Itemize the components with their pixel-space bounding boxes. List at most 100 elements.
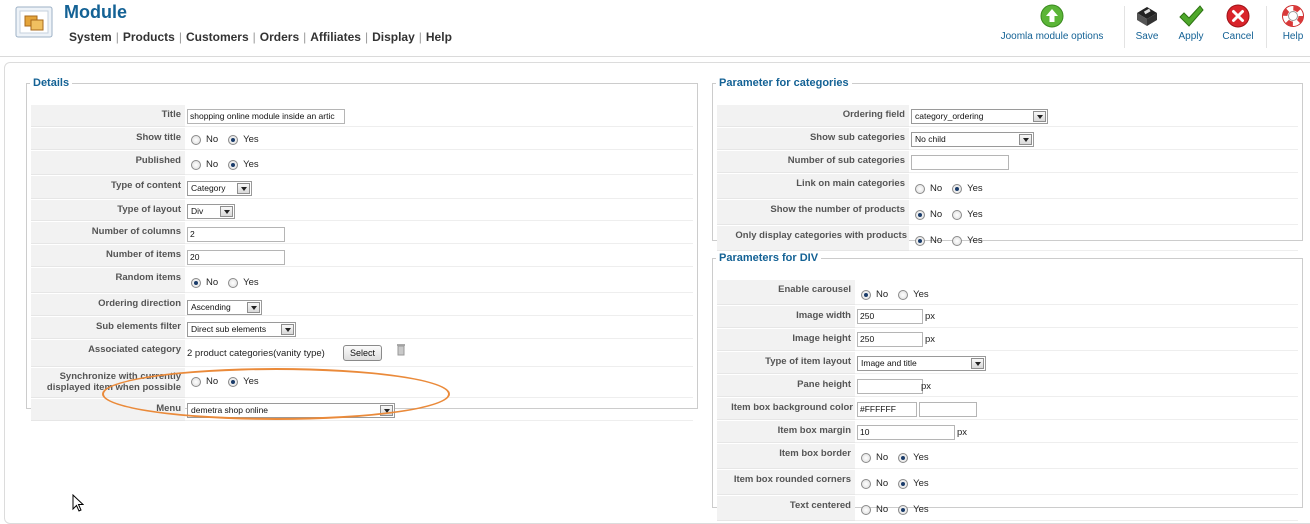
details-fieldset: Details Title shopping online module ins… bbox=[26, 77, 698, 422]
margin-label: Item box margin bbox=[717, 421, 855, 443]
details-legend: Details bbox=[33, 77, 70, 89]
div-params-legend: Parameters for DIV bbox=[719, 252, 819, 264]
img-width-unit: px bbox=[925, 311, 936, 322]
nav-products[interactable]: Products bbox=[123, 30, 175, 44]
only-display-no-label: No bbox=[930, 235, 943, 246]
border-yes-radio[interactable] bbox=[898, 452, 909, 463]
sub-elements-value: Direct sub elements bbox=[191, 324, 267, 334]
random-items-yes-radio[interactable] bbox=[228, 277, 239, 288]
joomla-options-button[interactable]: Joomla module options bbox=[992, 4, 1112, 42]
chevron-down-icon bbox=[380, 405, 393, 416]
link-main-no-radio[interactable] bbox=[915, 183, 925, 194]
nav-affiliates[interactable]: Affiliates bbox=[310, 30, 361, 44]
img-height-input[interactable]: 250 bbox=[857, 332, 923, 347]
trash-icon[interactable] bbox=[396, 342, 406, 356]
main-nav: System | Products | Customers | Orders | Aff… bbox=[69, 30, 452, 44]
title-label: Title bbox=[31, 105, 185, 127]
nav-customers[interactable]: Customers bbox=[186, 30, 249, 44]
page-title: Module bbox=[64, 2, 127, 22]
num-columns-label: Number of columns bbox=[31, 222, 185, 244]
apply-button[interactable]: Apply bbox=[1172, 4, 1210, 42]
nav-display[interactable]: Display bbox=[372, 30, 415, 44]
mouse-cursor-icon bbox=[72, 494, 84, 512]
sub-elements-select[interactable]: Direct sub elements bbox=[187, 322, 296, 337]
nav-help[interactable]: Help bbox=[426, 30, 452, 44]
rounded-yes-radio[interactable] bbox=[898, 478, 909, 489]
menu-select[interactable]: demetra shop online bbox=[187, 403, 395, 418]
sync-label-line1: Synchronize with currently bbox=[59, 371, 181, 382]
border-yes-label: Yes bbox=[913, 452, 929, 463]
border-no-radio[interactable] bbox=[861, 452, 871, 463]
show-title-yes-radio[interactable] bbox=[228, 134, 239, 145]
chevron-down-icon bbox=[1019, 134, 1032, 145]
sync-no-radio[interactable] bbox=[191, 376, 201, 387]
title-input[interactable]: shopping online module inside an artic bbox=[187, 109, 345, 124]
sync-yes-radio[interactable] bbox=[228, 376, 239, 387]
show-sub-select[interactable]: No child bbox=[911, 132, 1034, 147]
carousel-yes-radio[interactable] bbox=[898, 289, 909, 300]
item-layout-label: Type of item layout bbox=[717, 352, 855, 374]
save-label: Save bbox=[1135, 31, 1159, 42]
published-yes-radio[interactable] bbox=[228, 159, 239, 170]
num-columns-input[interactable]: 2 bbox=[187, 227, 285, 242]
ordering-field-select[interactable]: category_ordering bbox=[911, 109, 1048, 124]
num-items-input[interactable]: 20 bbox=[187, 250, 285, 265]
num-items-label: Number of items bbox=[31, 245, 185, 267]
carousel-no-radio[interactable] bbox=[861, 289, 871, 300]
type-layout-label: Type of layout bbox=[31, 200, 185, 221]
pane-height-input[interactable] bbox=[857, 379, 923, 394]
num-sub-input[interactable] bbox=[911, 155, 1009, 170]
type-content-value: Category bbox=[191, 183, 226, 193]
menu-value: demetra shop online bbox=[191, 405, 269, 415]
item-layout-select[interactable]: Image and title bbox=[857, 356, 986, 371]
save-button[interactable]: Save bbox=[1130, 4, 1164, 42]
link-main-yes-radio[interactable] bbox=[952, 183, 963, 194]
show-num-products-yes-radio[interactable] bbox=[952, 209, 963, 220]
border-label: Item box border bbox=[717, 444, 855, 469]
chevron-down-icon bbox=[237, 183, 250, 194]
published-no-radio[interactable] bbox=[191, 159, 201, 170]
cancel-button[interactable]: Cancel bbox=[1218, 4, 1258, 42]
bg-color-swatch[interactable] bbox=[919, 402, 977, 417]
margin-input[interactable]: 10 bbox=[857, 425, 955, 440]
assoc-category-value: 2 product categories(vanity type) bbox=[187, 348, 325, 359]
centered-yes-radio[interactable] bbox=[898, 504, 909, 515]
lifebuoy-icon bbox=[1282, 5, 1304, 27]
upload-arrow-icon bbox=[1040, 4, 1064, 28]
type-content-select[interactable]: Category bbox=[187, 181, 252, 196]
centered-yes-label: Yes bbox=[913, 504, 929, 515]
img-width-label: Image width bbox=[717, 306, 855, 328]
rounded-no-radio[interactable] bbox=[861, 478, 871, 489]
show-title-no-radio[interactable] bbox=[191, 134, 201, 145]
type-layout-select[interactable]: Div bbox=[187, 204, 235, 219]
img-width-input[interactable]: 250 bbox=[857, 309, 923, 324]
random-items-no-label: No bbox=[206, 277, 219, 288]
sub-elements-label: Sub elements filter bbox=[31, 317, 185, 339]
header: Module System | Products | Customers | Orde… bbox=[0, 0, 1310, 57]
link-main-yes-label: Yes bbox=[967, 183, 983, 194]
only-display-no-radio[interactable] bbox=[915, 235, 925, 246]
nav-orders[interactable]: Orders bbox=[260, 30, 299, 44]
ordering-field-label: Ordering field bbox=[717, 105, 909, 127]
random-items-no-radio[interactable] bbox=[191, 277, 201, 288]
chevron-down-icon bbox=[281, 324, 294, 335]
sync-no-label: No bbox=[206, 376, 219, 387]
chevron-down-icon bbox=[247, 302, 260, 313]
show-num-products-no-radio[interactable] bbox=[915, 209, 925, 220]
cancel-x-icon bbox=[1226, 4, 1250, 28]
bg-color-input[interactable]: #FFFFFF bbox=[857, 402, 917, 417]
centered-no-radio[interactable] bbox=[861, 504, 871, 515]
floppy-disk-icon bbox=[1137, 7, 1157, 26]
nav-system[interactable]: System bbox=[69, 30, 112, 44]
assoc-category-label: Associated category bbox=[31, 340, 185, 367]
ordering-direction-value: Ascending bbox=[191, 302, 231, 312]
help-button[interactable]: Help bbox=[1276, 4, 1310, 42]
only-display-yes-radio[interactable] bbox=[952, 235, 963, 246]
show-num-products-yes-label: Yes bbox=[967, 209, 983, 220]
carousel-no-label: No bbox=[876, 289, 889, 300]
random-items-label: Random items bbox=[31, 268, 185, 293]
module-icon bbox=[15, 6, 53, 38]
ordering-direction-select[interactable]: Ascending bbox=[187, 300, 262, 315]
select-category-button[interactable]: Select bbox=[343, 345, 383, 361]
cancel-label: Cancel bbox=[1222, 31, 1254, 42]
